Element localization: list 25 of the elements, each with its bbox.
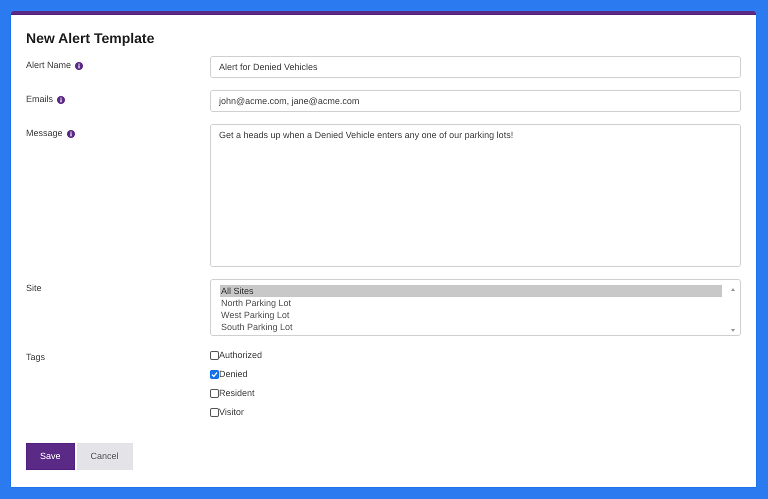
field-label: Emails [26,93,54,106]
checkbox-label: Denied [219,368,248,381]
checkbox[interactable] [210,351,219,360]
site-option[interactable]: North Parking Lot [220,297,722,309]
field-label: Site [26,282,42,296]
text-field[interactable]: john@acme.com, jane@acme.com [210,90,741,112]
checkbox[interactable] [210,370,219,379]
site-listbox[interactable]: All Sites North Parking Lot West Parking Lot South Parking Lot [210,279,741,336]
checkbox-label: Resident [219,386,255,400]
field-label: Tags [26,351,46,364]
checkmark-icon [211,371,218,378]
field-label: Alert Name [26,59,72,72]
checkbox[interactable] [210,389,219,398]
text-field[interactable]: Alert for Denied Vehicles [210,56,741,78]
checkbox[interactable] [210,408,219,417]
site-option[interactable]: South Parking Lot [220,321,722,333]
checkbox-label: Visitor [219,406,244,419]
save-button[interactable]: Save [26,443,75,470]
form-title: New Alert Template [26,29,156,48]
cancel-button[interactable]: Cancel [76,443,133,470]
message-field[interactable]: Get a heads up when a Denied Vehicle enters any one of our parking lots! [210,124,741,267]
field-label: Message [26,127,63,140]
checkbox-label: Authorized [219,348,262,362]
site-option[interactable]: West Parking Lot [220,309,722,321]
site-option[interactable]: All Sites [220,285,722,297]
